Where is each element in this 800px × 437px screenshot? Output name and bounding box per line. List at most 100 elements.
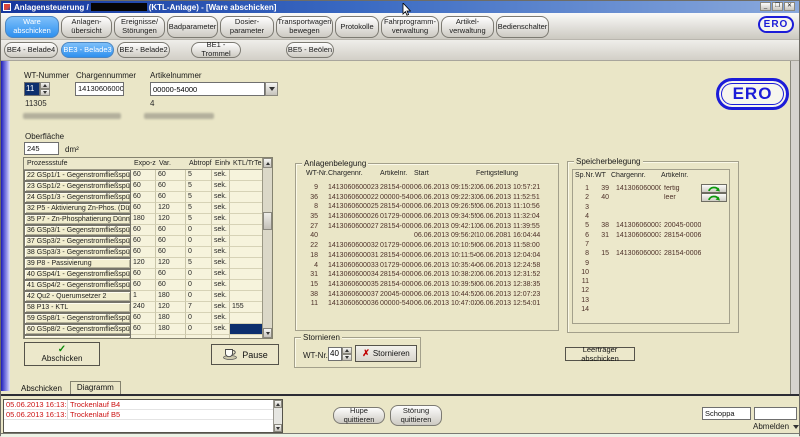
- process-stage-cell[interactable]: 41 GSp4/2 - Gegenstromfließspüle: [24, 280, 131, 291]
- anlagen-cell: 1413060600027: [328, 223, 380, 233]
- oberflaeche-input[interactable]: 245: [24, 142, 59, 155]
- user-input[interactable]: Schoppa: [702, 407, 751, 420]
- stornieren-button[interactable]: ✗ Stornieren: [355, 345, 417, 362]
- process-table-header: ProzessstufeExpo-zeitVar.AbtropfEinheitK…: [24, 158, 272, 170]
- process-stage-cell[interactable]: 24 GSp1/3 - Gegenstromfließspüle: [24, 192, 131, 203]
- process-value-cell: [230, 192, 264, 203]
- process-stage-cell[interactable]: 22 GSp1/1 - Gegenstromfließspüle: [24, 170, 131, 181]
- process-value-cell: [131, 335, 156, 339]
- process-value-cell: 60: [156, 225, 186, 236]
- process-stage-cell[interactable]: 36 GSp3/1 - Gegenstromfließspüle: [24, 225, 131, 236]
- process-stage-cell[interactable]: 35 P7 - Zn-Phosphatierung Dünnschicht: [24, 214, 131, 225]
- speicher-artikel-cell: fertig: [661, 185, 701, 192]
- anlagen-cell: 06.06.2013 12:54:01: [476, 300, 554, 310]
- anlagen-cell: 06.06.2013 11:10:56: [476, 203, 554, 213]
- leertraeger-button[interactable]: Leerträger abschicken: [565, 347, 635, 361]
- process-stage-cell[interactable]: 60 GSp8/2 - Gegenstromfließspüle: [24, 324, 131, 335]
- close-button[interactable]: ✕: [784, 2, 795, 11]
- station-button-5[interactable]: BE5 - Beölen: [286, 42, 334, 58]
- artikelnummer-label: Artikelnummer: [150, 71, 202, 80]
- scroll-up-icon[interactable]: [274, 400, 282, 408]
- process-stage-cell[interactable]: 32 P5 - Aktivierung Zn-Phos. (Dünn/Dick.…: [24, 203, 131, 214]
- toolbar-button-6[interactable]: Transportwagen bewegen: [276, 16, 333, 38]
- storno-wtnr-value[interactable]: 40: [328, 347, 342, 361]
- abmelden-dropdown-icon[interactable]: [793, 425, 799, 429]
- toolbar-button-3[interactable]: Ereignisse/ Störungen: [114, 16, 165, 38]
- station-button-4[interactable]: BE1 - Trommel: [191, 42, 241, 58]
- scroll-up-icon[interactable]: [263, 158, 272, 168]
- toolbar-button-4[interactable]: Badparameter: [167, 16, 218, 38]
- hupe-quittieren-button[interactable]: Hupe quittieren: [333, 407, 385, 424]
- toolbar-button-9[interactable]: Artikel- verwaltung: [441, 16, 494, 38]
- wt-spin-down-icon[interactable]: [40, 89, 50, 96]
- toolbar-button-7[interactable]: Protokolle: [335, 16, 379, 38]
- swap-carrier-icon[interactable]: [701, 193, 727, 202]
- abmelden-label: Abmelden: [753, 422, 789, 431]
- message-scrollbar[interactable]: [273, 400, 282, 432]
- speicher-spnr-cell: 10: [575, 269, 595, 276]
- maximize-button[interactable]: ❐: [772, 2, 783, 11]
- process-stage-cell[interactable]: 58 P13 - KTL: [24, 302, 131, 313]
- process-value-cell: sek.: [212, 236, 230, 247]
- combo-dropdown-icon[interactable]: [265, 82, 278, 96]
- anlagen-cell: 28154-00063: [380, 252, 414, 262]
- process-stage-cell[interactable]: 59 GSp8/1 - Gegenstromfließspüle: [24, 313, 131, 324]
- process-value-cell[interactable]: [230, 324, 264, 335]
- scroll-down-icon[interactable]: [274, 424, 282, 432]
- storno-wtnr-stepper[interactable]: 40: [328, 347, 352, 361]
- minimize-button[interactable]: _: [760, 2, 771, 11]
- chargennummer-input[interactable]: 1413060600036: [75, 82, 124, 96]
- station-button-1[interactable]: BE4 - Belade4: [4, 42, 58, 58]
- abschicken-button[interactable]: ✓ Abschicken: [24, 342, 100, 366]
- process-table-scrollbar[interactable]: [262, 158, 272, 338]
- anlagenbelegung-group: Anlagenbelegung WT-Nr.Chargennr.Artikeln…: [295, 163, 559, 331]
- table-row: 58 P13 - KTL2401207sek.155: [24, 302, 272, 313]
- pause-button[interactable]: Pause: [211, 344, 279, 365]
- app-window: Anlagensteuerung / (KTL-Anlage) - [Ware …: [0, 0, 800, 436]
- app-icon: [3, 3, 11, 11]
- wt-spin-up-icon[interactable]: [40, 82, 50, 89]
- wt-nummer-value[interactable]: 11: [24, 82, 40, 96]
- process-stage-cell[interactable]: 37 GSp3/2 - Gegenstromfließspüle: [24, 236, 131, 247]
- process-stage-cell[interactable]: 42 Qu2 - Querumsetzer 2: [24, 291, 131, 302]
- alarm-message-list: 05.06.2013 16:13:52Trockenlauf B405.06.2…: [3, 399, 283, 433]
- artikelnummer-combo[interactable]: 00000-54000: [150, 82, 278, 96]
- storno-spin-down-icon[interactable]: [342, 354, 352, 361]
- swap-carrier-icon[interactable]: [701, 184, 727, 193]
- station-button-2[interactable]: BE3 - Belade3: [61, 42, 114, 58]
- alarm-row[interactable]: 05.06.2013 16:13:52Trockenlauf B4: [4, 400, 282, 410]
- toolbar-button-10[interactable]: Bedienschalter: [496, 16, 549, 38]
- alarm-row[interactable]: 05.06.2013 16:13:52Trockenlauf B5: [4, 410, 282, 420]
- abmelden-control[interactable]: Abmelden: [753, 422, 799, 431]
- anlagen-cell: 31: [300, 271, 328, 281]
- scroll-thumb[interactable]: [263, 212, 272, 230]
- anlagen-cell: 28154-00063: [380, 184, 414, 194]
- process-stage-cell[interactable]: [24, 335, 131, 339]
- speicher-col-header: Chargennr.: [611, 172, 661, 184]
- scroll-down-icon[interactable]: [263, 328, 272, 338]
- process-col-header: Einheit: [212, 158, 230, 167]
- anlagen-cell: 06.06.2013 10:44:52: [414, 291, 476, 301]
- process-stage-cell[interactable]: 23 GSp1/2 - Gegenstromfließspüle: [24, 181, 131, 192]
- toolbar-button-2[interactable]: Anlagen- übersicht: [61, 16, 112, 38]
- anlagen-cell: 06.06.2013 12:24:58: [476, 262, 554, 272]
- anlagen-cell: 4: [300, 262, 328, 272]
- redacted-text: [91, 3, 147, 11]
- speicher-spnr-cell: 7: [575, 241, 595, 248]
- process-stage-cell[interactable]: 40 GSp4/1 - Gegenstromfließspüle: [24, 269, 131, 280]
- process-value-cell: 60: [131, 269, 156, 280]
- process-stage-cell[interactable]: 39 P8 - Passivierung: [24, 258, 131, 269]
- process-stage-cell[interactable]: 38 GSp3/3 - Gegenstromfließspüle: [24, 247, 131, 258]
- toolbar-button-5[interactable]: Dosier- parameter: [220, 16, 274, 38]
- toolbar-button-1[interactable]: Ware abschicken: [5, 16, 59, 38]
- password-input[interactable]: [754, 407, 797, 420]
- stoerung-quittieren-button[interactable]: Störung quittieren: [390, 405, 442, 426]
- station-button-3[interactable]: BE2 - Belade2: [117, 42, 170, 58]
- process-col-header: KTL/TrTemp: [230, 158, 264, 167]
- anlagen-cell: 06.06.2013 10:57:21: [476, 184, 554, 194]
- tab-diagramm[interactable]: Diagramm: [70, 381, 121, 395]
- artikelnummer-value[interactable]: 00000-54000: [150, 82, 265, 96]
- wt-nummer-stepper[interactable]: 11: [24, 82, 50, 96]
- storno-spin-up-icon[interactable]: [342, 347, 352, 354]
- anlagen-cell: 06.06.2013 12:04:04: [476, 252, 554, 262]
